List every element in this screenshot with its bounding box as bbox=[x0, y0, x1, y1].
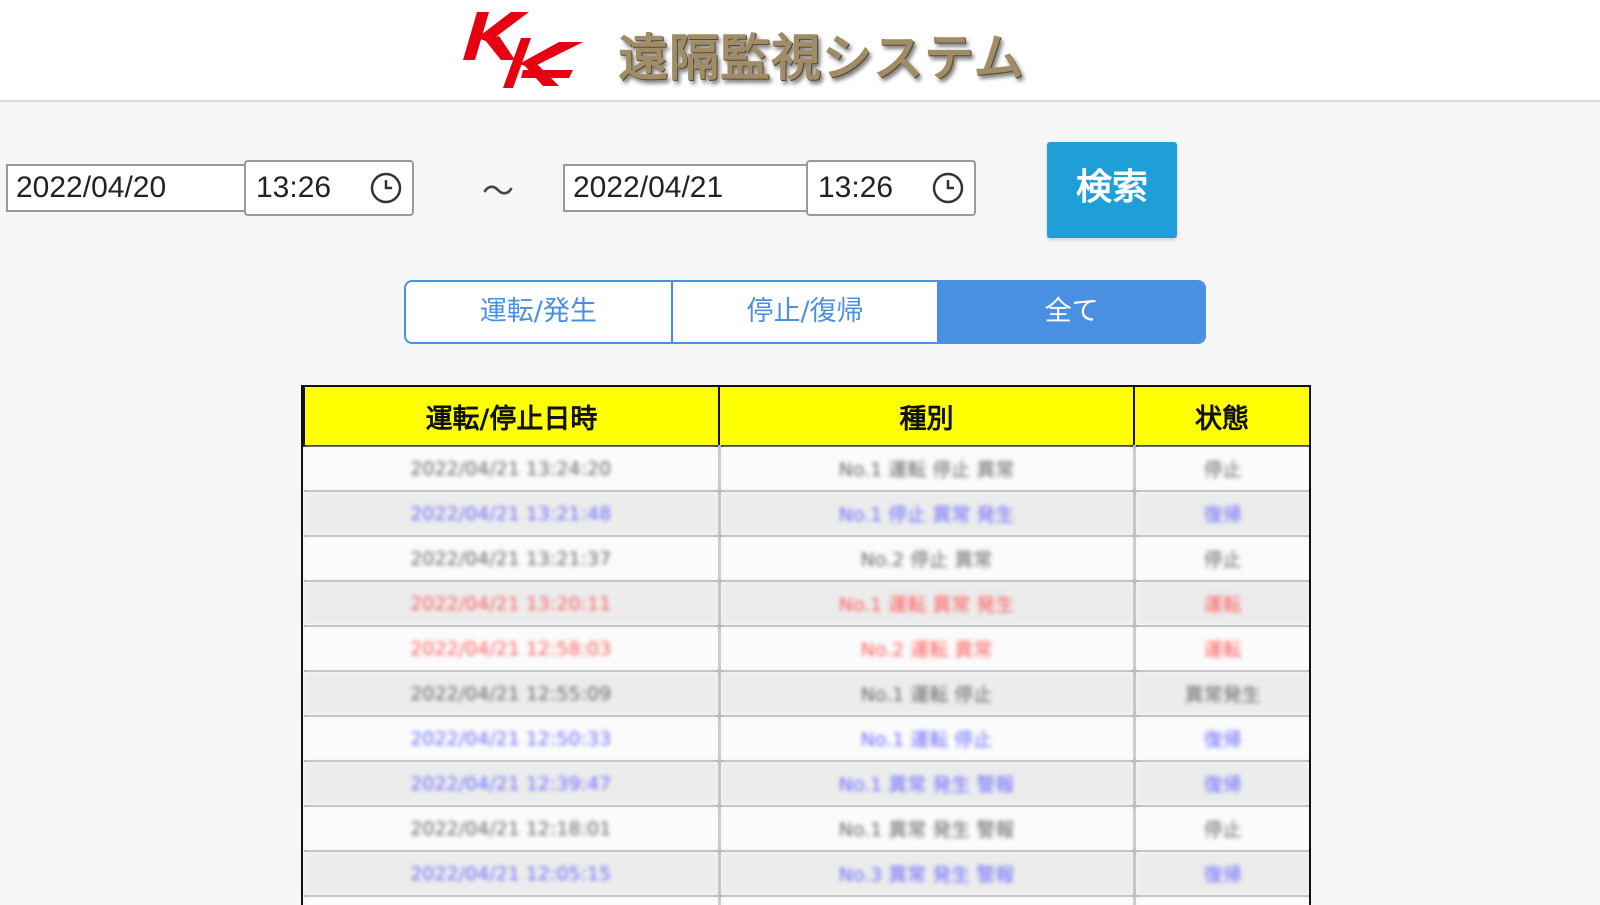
cell-datetime: 2022/04/21 13:21:48 bbox=[304, 491, 719, 537]
cell-datetime: 2022/04/21 12:55:09 bbox=[304, 671, 719, 717]
table-row[interactable]: 2022/04/21 12:58:03 No.2 運転 異常 運転 bbox=[304, 626, 1309, 672]
cell-status: 運転 bbox=[1132, 626, 1309, 672]
cell-type: No.1 異常 発生 警報 bbox=[717, 806, 1134, 852]
cell-type: No.2 停止 異常 bbox=[717, 536, 1134, 582]
cell-status: 停止 bbox=[1132, 536, 1309, 582]
cell-type: No.2 運転 異常 bbox=[717, 896, 1134, 905]
range-separator: ～ bbox=[482, 172, 515, 210]
cell-datetime: 2022/04/21 12:18:01 bbox=[304, 806, 719, 852]
cell-datetime: 2022/04/21 13:21:37 bbox=[304, 536, 719, 582]
cell-type: No.1 運転 停止 bbox=[717, 671, 1134, 717]
filter-stop-recover[interactable]: 停止/復帰 bbox=[670, 282, 938, 342]
filter-run-occur[interactable]: 運転/発生 bbox=[406, 282, 671, 342]
cell-datetime: 2022/04/21 11:58:02 bbox=[304, 896, 719, 905]
ke-logo-icon bbox=[463, 12, 583, 88]
cell-type: No.1 運転 停止 異常 bbox=[717, 446, 1134, 492]
page-title: 遠隔監視システム bbox=[618, 28, 1025, 87]
to-date-input[interactable]: 2022/04/21 bbox=[563, 164, 808, 212]
history-table: 運転/停止日時 種別 状態 2022/04/21 13:24:20 No.1 運転… bbox=[301, 385, 1311, 905]
to-time-input[interactable]: 13:26 bbox=[806, 160, 976, 216]
cell-status: 運転 bbox=[1132, 896, 1309, 905]
column-header-type: 種別 bbox=[718, 385, 1135, 447]
table-row[interactable]: 2022/04/21 11:58:02No.2 運転 異常運転 bbox=[304, 896, 1309, 905]
cell-type: No.1 停止 異常 発生 bbox=[717, 491, 1134, 537]
cell-datetime: 2022/04/21 12:58:03 bbox=[304, 626, 719, 672]
to-time-value: 13:26 bbox=[818, 171, 894, 204]
cell-status: 復帰 bbox=[1132, 491, 1309, 537]
cell-type: No.1 運転 停止 bbox=[717, 716, 1134, 762]
column-header-datetime: 運転/停止日時 bbox=[303, 385, 720, 447]
table-row[interactable]: 2022/04/21 12:39:47 No.1 異常 発生 警報 復帰 bbox=[304, 761, 1309, 807]
filter-all[interactable]: 全て bbox=[937, 282, 1204, 342]
cell-status: 異常発生 bbox=[1132, 671, 1309, 717]
table-header-row: 運転/停止日時 種別 状態 bbox=[303, 385, 1309, 447]
table-row[interactable]: 2022/04/21 12:50:33 No.1 運転 停止 復帰 bbox=[304, 716, 1309, 762]
table-row[interactable]: 2022/04/21 12:18:01 No.1 異常 発生 警報 停止 bbox=[304, 806, 1309, 852]
cell-datetime: 2022/04/21 13:24:20 bbox=[304, 446, 719, 492]
status-filter: 運転/発生 停止/復帰 全て bbox=[404, 280, 1206, 344]
search-button[interactable]: 検索 bbox=[1047, 142, 1177, 238]
cell-datetime: 2022/04/21 12:50:33 bbox=[304, 716, 719, 762]
clock-icon[interactable] bbox=[932, 172, 964, 204]
cell-type: No.1 異常 発生 警報 bbox=[717, 761, 1134, 807]
cell-datetime: 2022/04/21 13:20:11 bbox=[304, 581, 719, 627]
cell-status: 復帰 bbox=[1132, 761, 1309, 807]
cell-status: 停止 bbox=[1132, 806, 1309, 852]
table-row[interactable]: 2022/04/21 13:24:20 No.1 運転 停止 異常 停止 bbox=[304, 446, 1309, 492]
cell-status: 運転 bbox=[1132, 581, 1309, 627]
table-row[interactable]: 2022/04/21 12:05:15 No.3 異常 発生 警報 復帰 bbox=[304, 851, 1309, 897]
column-header-status: 状態 bbox=[1133, 385, 1309, 447]
cell-status: 復帰 bbox=[1132, 716, 1309, 762]
cell-status: 停止 bbox=[1132, 446, 1309, 492]
cell-status: 復帰 bbox=[1132, 851, 1309, 897]
from-time-value: 13:26 bbox=[256, 171, 332, 204]
from-time-input[interactable]: 13:26 bbox=[244, 160, 414, 216]
cell-type: No.2 運転 異常 bbox=[717, 626, 1134, 672]
cell-datetime: 2022/04/21 12:05:15 bbox=[304, 851, 719, 897]
table-row[interactable]: 2022/04/21 13:21:37 No.2 停止 異常 停止 bbox=[304, 536, 1309, 582]
page-header: 遠隔監視システム bbox=[0, 0, 1600, 102]
cell-datetime: 2022/04/21 12:39:47 bbox=[304, 761, 719, 807]
table-row[interactable]: 2022/04/21 12:55:09 No.1 運転 停止 異常発生 bbox=[304, 671, 1309, 717]
cell-type: No.3 異常 発生 警報 bbox=[717, 851, 1134, 897]
clock-icon[interactable] bbox=[370, 172, 402, 204]
cell-type: No.1 運転 異常 発生 bbox=[717, 581, 1134, 627]
from-date-input[interactable]: 2022/04/20 bbox=[6, 164, 246, 212]
table-row[interactable]: 2022/04/21 13:20:11 No.1 運転 異常 発生 運転 bbox=[304, 581, 1309, 627]
table-row[interactable]: 2022/04/21 13:21:48 No.1 停止 異常 発生 復帰 bbox=[304, 491, 1309, 537]
